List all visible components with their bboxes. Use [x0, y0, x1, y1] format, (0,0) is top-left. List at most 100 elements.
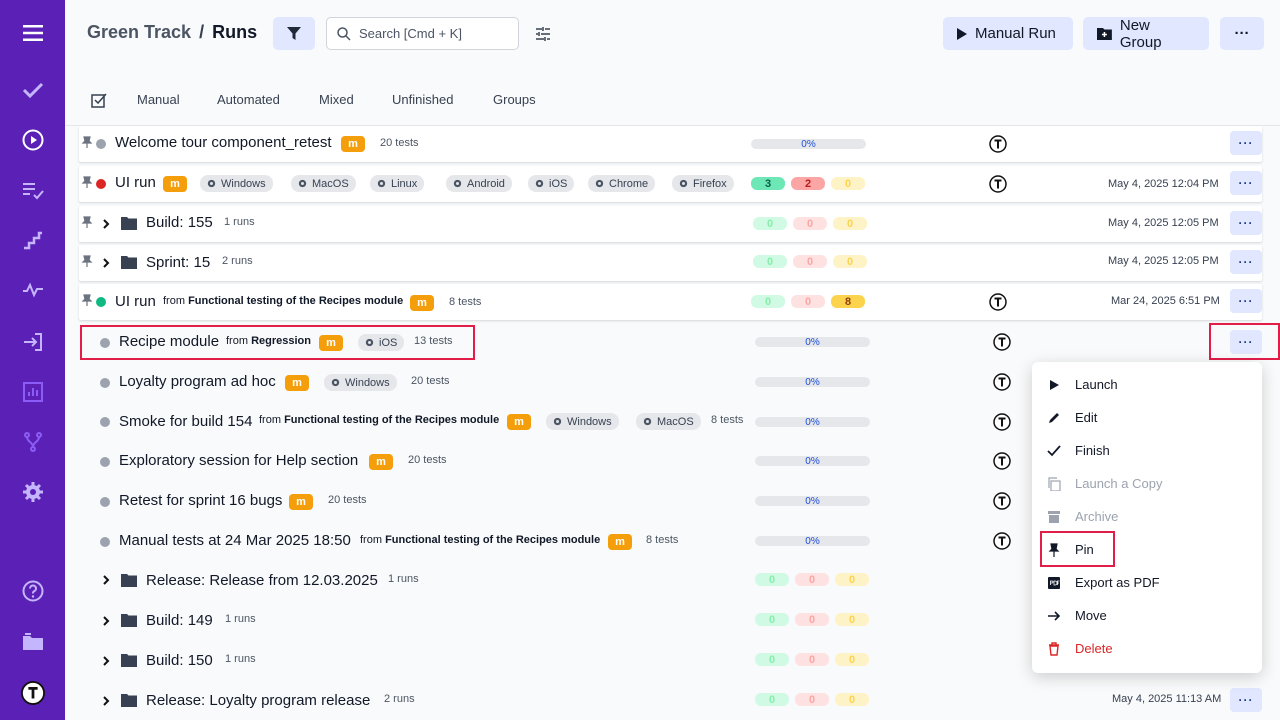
chevron-right-icon[interactable]	[101, 219, 111, 229]
run-title[interactable]: Retest for sprint 16 bugs	[119, 492, 282, 509]
tab-mixed[interactable]: Mixed	[319, 92, 354, 107]
gear-icon	[595, 179, 604, 188]
table-row[interactable]: Release: Loyalty program release 2 runs …	[79, 682, 1262, 718]
breadcrumb-project[interactable]: Green Track	[87, 22, 191, 42]
progress-bar: 0%	[755, 377, 870, 388]
pulse-icon[interactable]	[0, 265, 65, 315]
menu-item-edit[interactable]: Edit	[1032, 401, 1262, 434]
branch-icon[interactable]	[0, 417, 65, 467]
search-input[interactable]	[359, 26, 509, 41]
help-icon[interactable]	[0, 566, 65, 616]
chevron-right-icon[interactable]	[101, 575, 111, 585]
tab-groups[interactable]: Groups	[493, 92, 536, 107]
chevron-right-icon[interactable]	[101, 696, 111, 706]
manual-badge: m	[163, 176, 187, 192]
group-title[interactable]: Build: 155	[146, 214, 213, 231]
folder-icon[interactable]	[0, 617, 65, 667]
env-tag: Android	[446, 175, 512, 192]
group-title[interactable]: Sprint: 15	[146, 254, 210, 271]
pin-icon[interactable]	[81, 294, 93, 306]
sidebar	[0, 0, 65, 720]
menu-item-finish[interactable]: Finish	[1032, 434, 1262, 467]
skipped-count: 0	[835, 613, 869, 626]
highlight-more-button	[1209, 323, 1280, 360]
chevron-right-icon[interactable]	[101, 258, 111, 268]
env-tag: iOS	[528, 175, 575, 192]
pin-icon[interactable]	[81, 176, 93, 188]
group-title[interactable]: Release: Release from 12.03.2025	[146, 572, 378, 589]
tab-automated[interactable]: Automated	[217, 92, 280, 107]
manual-badge: m	[608, 534, 632, 550]
run-title[interactable]: UI run	[115, 174, 156, 191]
run-title[interactable]: UI run	[115, 293, 156, 310]
table-row[interactable]: UI run m Windows MacOS Linux Android iOS…	[79, 166, 1262, 202]
folder-icon	[121, 694, 137, 707]
chevron-right-icon[interactable]	[101, 616, 111, 626]
menu-item-export-pdf[interactable]: Export as PDF	[1032, 566, 1262, 599]
env-tag: Chrome	[588, 175, 656, 192]
run-title[interactable]: Smoke for build 154	[119, 413, 252, 430]
row-more-button[interactable]: ···	[1230, 131, 1262, 155]
runs-play-icon[interactable]	[0, 115, 65, 165]
filter-button[interactable]	[273, 17, 315, 50]
tab-manual[interactable]: Manual	[137, 92, 180, 107]
progress-bar: 0%	[755, 496, 870, 507]
menu-item-move[interactable]: Move	[1032, 599, 1262, 632]
status-dot	[100, 457, 110, 467]
run-title[interactable]: Welcome tour component_retest	[115, 134, 332, 151]
assignee-avatar	[989, 135, 1007, 153]
skipped-count: 0	[835, 653, 869, 666]
manual-run-label: Manual Run	[975, 25, 1056, 42]
run-source: from Functional testing of the Recipes m…	[163, 295, 404, 307]
menu-item-launch[interactable]: Launch	[1032, 368, 1262, 401]
sliders-icon[interactable]	[533, 24, 553, 44]
passed-count: 0	[755, 653, 789, 666]
run-count: 1 runs	[225, 613, 256, 625]
group-title[interactable]: Build: 150	[146, 652, 213, 669]
table-row[interactable]: Build: 155 1 runs 0 0 0 May 4, 2025 12:0…	[79, 206, 1262, 242]
row-more-button[interactable]: ···	[1230, 289, 1262, 313]
new-group-button[interactable]: New Group	[1083, 17, 1209, 51]
analytics-icon[interactable]	[0, 367, 65, 417]
menu-icon[interactable]	[0, 8, 65, 58]
failed-status-dot	[96, 179, 106, 189]
gear-icon	[553, 417, 562, 426]
pin-icon[interactable]	[81, 255, 93, 267]
skipped-count: 0	[835, 573, 869, 586]
tabs-bar: Manual Automated Mixed Unfinished Groups	[65, 84, 1280, 126]
more-actions-button[interactable]: ···	[1220, 17, 1264, 50]
run-title[interactable]: Loyalty program ad hoc	[119, 373, 276, 390]
run-title[interactable]: Manual tests at 24 Mar 2025 18:50	[119, 532, 351, 549]
menu-item-archive[interactable]: Archive	[1032, 500, 1262, 533]
chevron-right-icon[interactable]	[101, 656, 111, 666]
gear-icon[interactable]	[0, 467, 65, 517]
row-more-button[interactable]: ···	[1230, 250, 1262, 274]
table-row[interactable]: Welcome tour component_retest m 20 tests…	[79, 126, 1262, 162]
menu-item-delete[interactable]: Delete	[1032, 632, 1262, 665]
group-title[interactable]: Build: 149	[146, 612, 213, 629]
pin-icon[interactable]	[81, 216, 93, 228]
import-icon[interactable]	[0, 317, 65, 367]
manual-run-button[interactable]: Manual Run	[943, 17, 1073, 50]
checklist-icon[interactable]	[0, 165, 65, 215]
run-date: May 4, 2025 12:05 PM	[1108, 217, 1219, 229]
row-more-button[interactable]: ···	[1230, 171, 1262, 195]
run-title[interactable]: Exploratory session for Help section	[119, 452, 358, 469]
steps-icon[interactable]	[0, 215, 65, 265]
pin-icon[interactable]	[81, 136, 93, 148]
manual-badge: m	[285, 375, 309, 391]
folder-icon	[121, 256, 137, 269]
failed-count: 0	[795, 693, 829, 706]
user-avatar-icon[interactable]	[0, 668, 65, 718]
tab-unfinished[interactable]: Unfinished	[392, 92, 453, 107]
progress-bar: 0%	[751, 139, 866, 150]
row-more-button[interactable]: ···	[1230, 211, 1262, 235]
row-more-button[interactable]: ···	[1230, 688, 1262, 712]
table-row[interactable]: UI run from Functional testing of the Re…	[79, 284, 1262, 320]
table-row[interactable]: Sprint: 15 2 runs 0 0 0 May 4, 2025 12:0…	[79, 245, 1262, 281]
menu-item-launch-copy[interactable]: Launch a Copy	[1032, 467, 1262, 500]
group-title[interactable]: Release: Loyalty program release	[146, 692, 370, 709]
search-box[interactable]	[326, 17, 519, 50]
checkmark-icon[interactable]	[0, 65, 65, 115]
checklist-select-icon[interactable]	[89, 90, 109, 110]
